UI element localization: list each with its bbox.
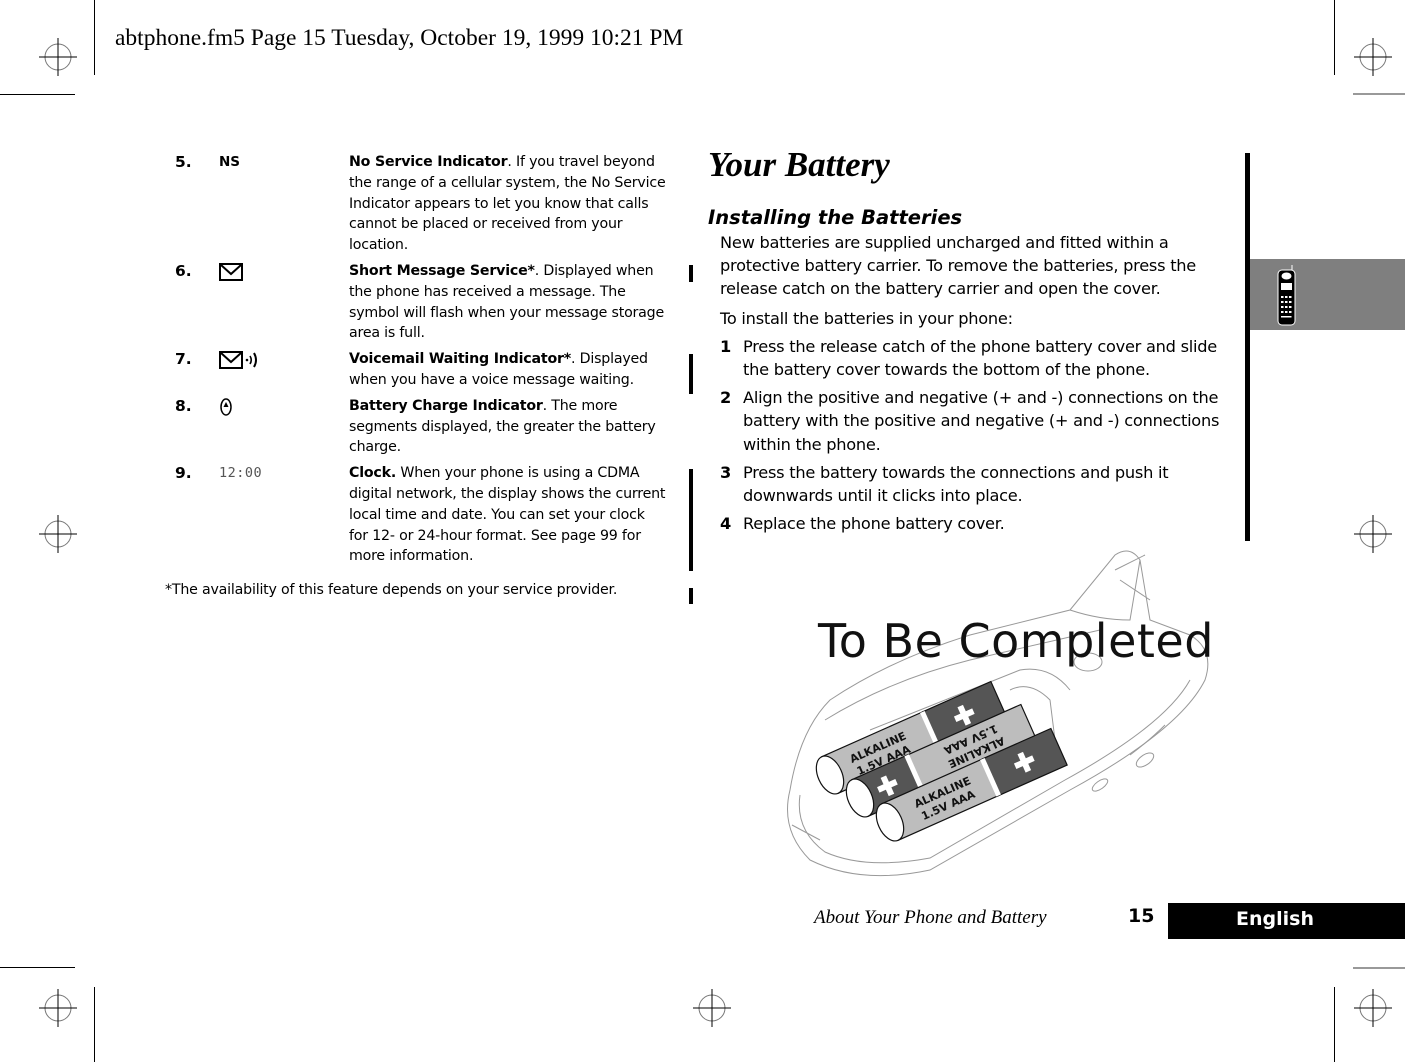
indicator-list: 5. NS No Service Indicator. If you trave…	[175, 152, 670, 567]
battery-section: Your Battery Installing the Batteries Ne…	[708, 143, 1238, 540]
step-number: 1	[720, 336, 732, 356]
footnote: *The availability of this feature depend…	[165, 582, 618, 598]
envelope-icon	[219, 262, 243, 281]
indicator-description: No Service Indicator. If you travel beyo…	[349, 152, 667, 256]
indicator-description: Short Message Service*. Displayed when t…	[349, 261, 667, 344]
indicator-title: Voicemail Waiting Indicator*	[349, 351, 572, 368]
crop-mark-line	[0, 94, 75, 95]
registration-mark-icon	[39, 515, 77, 553]
step-text: Press the battery towards the connection…	[743, 462, 1169, 506]
step-number: 3	[720, 462, 732, 482]
indicator-title: Short Message Service*	[349, 262, 535, 279]
registration-mark-icon	[39, 989, 77, 1027]
indicator-body: When your phone is using a CDMA digital …	[349, 465, 666, 565]
indicator-title: No Service Indicator	[349, 154, 508, 170]
step-text: Align the positive and negative (+ and -…	[743, 388, 1220, 454]
mobile-phone-icon	[1277, 265, 1296, 326]
battery-charge-icon	[220, 398, 232, 416]
install-steps: 1 Press the release catch of the phone ba…	[720, 335, 1238, 536]
step-item: 4 Replace the phone battery cover.	[720, 512, 1238, 535]
indicator-row-sms: 6. Short Message Service*. Displayed whe…	[175, 261, 670, 344]
step-text: Press the release catch of the phone bat…	[743, 336, 1217, 380]
print-stamp: abtphone.fm5 Page 15 Tuesday, October 19…	[115, 25, 684, 51]
crop-mark-line	[94, 987, 95, 1062]
change-bar	[689, 354, 693, 394]
change-bar	[689, 265, 693, 282]
crop-mark-line	[1353, 967, 1405, 969]
step-number: 4	[720, 514, 732, 534]
registration-mark-icon	[1354, 38, 1392, 76]
no-service-symbol: NS	[219, 154, 241, 170]
section-title: Your Battery	[708, 145, 890, 184]
step-text: Replace the phone battery cover.	[743, 514, 1005, 534]
step-number: 2	[720, 388, 732, 408]
page-number: 15	[1128, 905, 1155, 927]
indicator-symbol	[219, 349, 349, 391]
crop-mark-line	[1353, 93, 1405, 95]
thumb-index-bar	[1245, 153, 1250, 541]
lead-paragraph: To install the batteries in your phone:	[720, 308, 1013, 328]
step-item: 1 Press the release catch of the phone ba…	[720, 335, 1238, 381]
language-label: English	[1236, 908, 1314, 930]
indicator-number: 7.	[175, 350, 192, 369]
indicator-title: Battery Charge Indicator	[349, 397, 543, 414]
battery-installation-illustration: ALKALINE 1.5V AAA ALKALINE 1.5V AAA ALKA…	[787, 550, 1209, 877]
language-tab: English	[1168, 903, 1405, 939]
registration-mark-icon	[1354, 515, 1392, 553]
registration-mark-icon	[693, 989, 731, 1027]
indicator-description: Voicemail Waiting Indicator*. Displayed …	[349, 349, 667, 391]
crop-mark-line	[1334, 987, 1335, 1062]
crop-mark-line	[94, 0, 95, 75]
thumb-index-tab	[1250, 259, 1405, 330]
indicator-number: 6.	[175, 261, 192, 280]
footer-chapter-title: About Your Phone and Battery	[814, 907, 1047, 928]
intro-paragraph: New batteries are supplied uncharged and…	[720, 233, 1197, 299]
clock-display: 12:00	[219, 465, 263, 482]
step-item: 2 Align the positive and negative (+ and …	[720, 386, 1238, 456]
section-subtitle: Installing the Batteries	[708, 206, 963, 229]
step-item: 3 Press the battery towards the connectio…	[720, 461, 1238, 507]
indicator-row-voicemail: 7. Voicemail Waiting Indicator*. Display…	[175, 349, 670, 391]
indicator-number: 5.	[175, 153, 192, 171]
indicator-description: Clock. When your phone is using a CDMA d…	[349, 463, 667, 567]
change-bar	[689, 469, 693, 571]
indicator-row-no-service: 5. NS No Service Indicator. If you trave…	[175, 152, 670, 256]
crop-mark-line	[1334, 0, 1335, 75]
indicator-row-battery: 8. Battery Charge Indicator. The more se…	[175, 396, 670, 458]
indicator-row-clock: 9. 12:00 Clock. When your phone is using…	[175, 463, 670, 567]
indicator-title: Clock.	[349, 465, 397, 482]
registration-mark-icon	[39, 38, 77, 76]
indicator-number: 9.	[175, 464, 192, 483]
voicemail-envelope-icon	[219, 351, 257, 370]
indicator-number: 8.	[175, 396, 192, 415]
placeholder-overlay-text: To Be Completed	[818, 614, 1214, 668]
indicator-description: Battery Charge Indicator. The more segme…	[349, 396, 667, 458]
indicator-symbol	[219, 396, 349, 458]
indicator-symbol	[219, 261, 349, 344]
change-bar	[689, 588, 693, 604]
registration-mark-icon	[1354, 989, 1392, 1027]
crop-mark-line	[0, 967, 75, 968]
